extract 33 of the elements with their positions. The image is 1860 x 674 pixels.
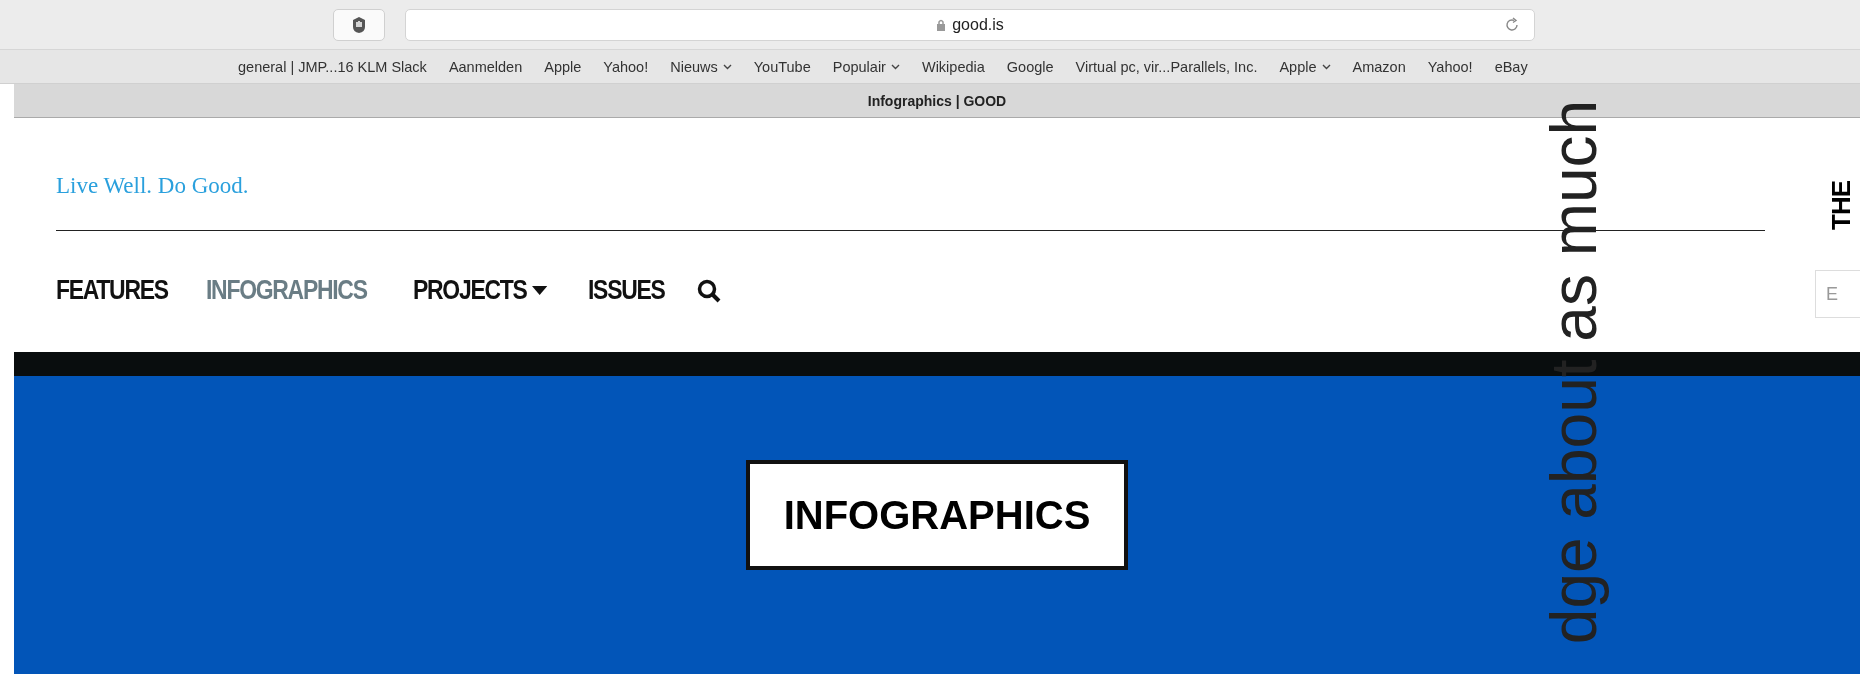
nav-link[interactable]: INFOGRAPHICS [205,275,367,306]
bookmark-link[interactable]: Nieuws [670,58,732,75]
input-field[interactable]: E [1815,270,1860,318]
bookmark-link[interactable]: general | JMP...16 KLM Slack [238,58,427,75]
nav-link[interactable]: FEATURES [56,275,168,306]
chevron-icon[interactable] [722,63,732,70]
reload-icon[interactable] [1504,16,1520,33]
banner-title: INFOGRAPHICS [746,460,1128,570]
caret-icon[interactable] [531,285,547,296]
bookmark-link[interactable]: Amazon [1352,58,1406,75]
nav-link[interactable]: PROJECTS [412,275,547,306]
lock-icon [936,18,947,31]
bookmark-link[interactable]: Apple [1279,58,1331,75]
chevron-icon[interactable] [1321,63,1331,70]
bookmark-link[interactable]: YouTube [753,58,811,75]
bookmark-link[interactable]: Virtual pc, vir...Parallels, Inc. [1075,58,1258,75]
bookmark-link[interactable]: Google [1006,58,1054,75]
bookmark-link[interactable]: Aanmelden [448,58,523,75]
chevron-icon[interactable] [890,63,900,70]
address-bar[interactable]: good.is [405,8,1535,41]
bookmark-link[interactable]: eBay [1494,58,1528,75]
extension-button[interactable] [333,8,385,41]
nav-link[interactable]: ISSUES [588,275,665,306]
bookmark-link[interactable]: Yahoo! [603,58,649,75]
address-text: good.is [952,15,1004,34]
tagline: Live Well. Do Good. [56,173,249,199]
search-icon[interactable] [696,277,723,304]
bookmark-link[interactable]: Apple [544,58,582,75]
side-heading: THE [1826,181,1857,230]
bookmark-link[interactable]: Populair [832,58,900,75]
bookmark-link[interactable]: Wikipedia [921,58,985,75]
bookmark-link[interactable]: Yahoo! [1427,58,1473,75]
tab-title[interactable]: Infographics | GOOD [867,92,1007,109]
